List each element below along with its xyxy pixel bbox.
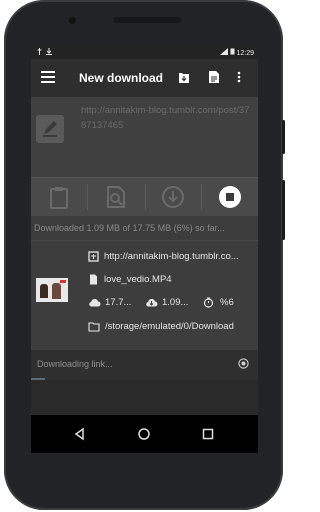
status-time: 12:29 [236,50,254,57]
url-input-area[interactable]: http://annitakim-blog.tumblr.com/post/37… [31,97,258,177]
downloading-bar: Downloading link... [31,349,258,380]
power-button [282,120,285,154]
folder-icon [88,322,100,332]
edit-icon [36,115,64,143]
percent: %6 [220,297,234,309]
cloud-icon [89,299,101,307]
download-progress-bar [31,378,258,380]
overflow-menu-icon[interactable] [236,70,242,84]
item-filename-row: love_vedio.MP4 [88,274,172,285]
hamburger-menu-icon[interactable] [41,69,55,83]
toolbar: New download [31,59,258,97]
file-icon[interactable] [208,70,220,84]
total-size-stat: 17.7... [88,297,131,308]
page-title: New download [79,71,163,85]
divider [201,184,202,210]
download-icon[interactable] [160,184,186,210]
timer-icon [203,297,214,308]
front-camera [69,17,76,24]
link-icon [88,251,99,262]
home-icon[interactable] [136,426,152,442]
percent-stat: %6 [203,297,234,308]
downloaded-size: 1.09... [162,297,189,308]
stop-icon[interactable] [217,184,243,210]
item-path-row: /storage/emulated/0/Download [88,321,234,332]
item-url: http://annitakim-blog.tumblr.co... [104,251,239,263]
item-url-row: http://annitakim-blog.tumblr.co... [88,251,239,262]
stop-download-icon[interactable] [238,358,249,369]
paste-icon[interactable] [46,184,72,210]
item-filename: love_vedio.MP4 [104,274,172,286]
status-right: 12:29 [219,48,254,57]
usb-icon [37,48,42,55]
navigation-bar [31,415,258,453]
total-size: 17.7... [105,297,132,308]
download-progress-fill [31,378,45,380]
signal-icon [219,48,228,55]
volume-button [282,180,285,240]
speaker [113,17,181,23]
search-file-icon[interactable] [103,184,129,210]
item-path: /storage/emulated/0/Download [105,321,234,333]
downloaded-size-stat: 1.09... [145,297,188,308]
status-left-icons [37,48,52,57]
screen: 12:29 New download http://annitakim-blog… [31,45,258,453]
divider [87,184,88,210]
url-input[interactable]: http://annitakim-blog.tumblr.com/post/37… [81,103,254,133]
divider [145,184,146,210]
action-bar [31,177,258,216]
video-thumbnail [36,278,68,302]
recents-icon[interactable] [200,426,216,442]
back-icon[interactable] [72,426,88,442]
file-icon [90,274,97,285]
downloads-folder-icon[interactable] [178,70,190,84]
progress-text: Downloaded 1.09 MB of 17.75 MB (6%) so f… [31,216,258,240]
status-bar: 12:29 [31,45,258,59]
downloading-label: Downloading link... [37,359,113,369]
cloud-download-icon [146,299,158,307]
download-icon [45,48,52,55]
download-item[interactable]: http://annitakim-blog.tumblr.co... love_… [31,240,258,349]
battery-icon [230,48,235,55]
